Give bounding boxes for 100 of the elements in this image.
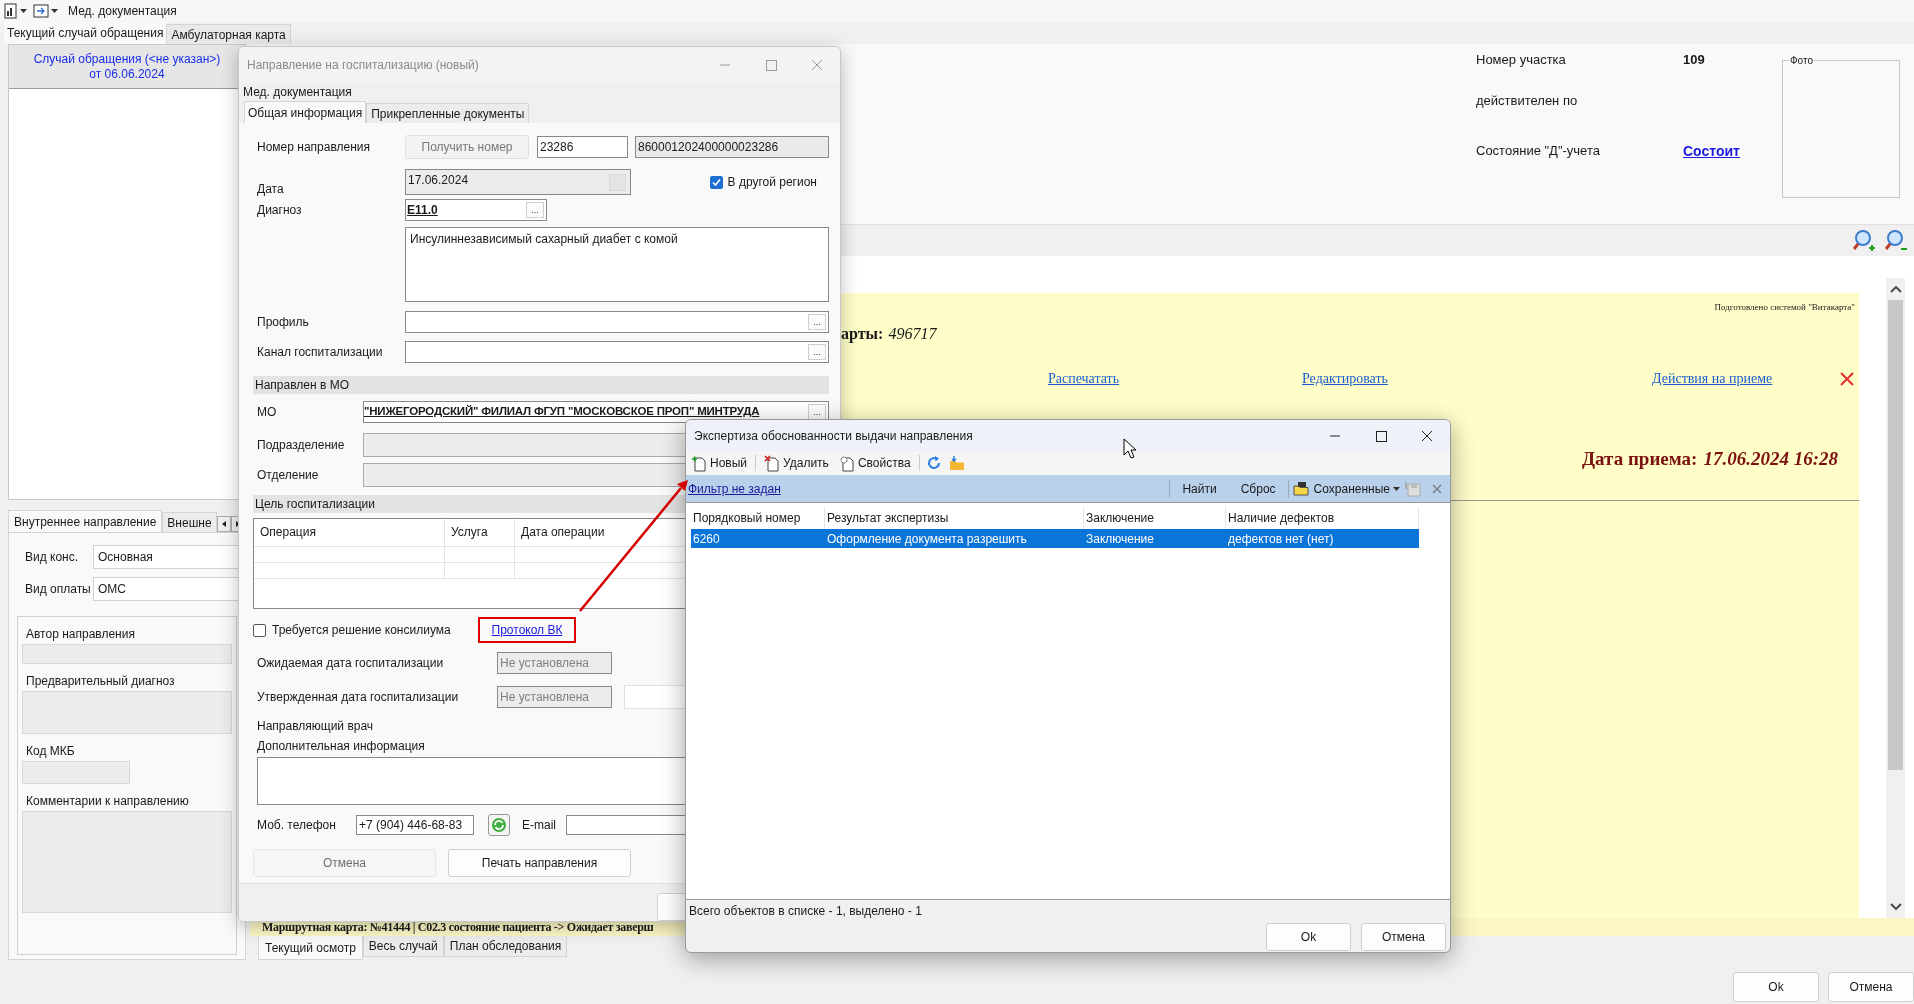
- table-cell[interactable]: 6260: [691, 529, 825, 548]
- select-field[interactable]: ...: [405, 311, 829, 333]
- delete-document-icon: [764, 454, 781, 472]
- route-card-text: Маршрутная карта: №41444 | C02.3 состояние пациента -> Ожидает заверш: [262, 918, 654, 936]
- field-label: Моб. телефон: [257, 817, 337, 834]
- field-value: 17.06.2024: [408, 172, 469, 189]
- tab[interactable]: Текущий случай обращения: [4, 22, 167, 44]
- scroll-left-icon[interactable]: [216, 516, 231, 532]
- info-value: 109: [1683, 51, 1706, 69]
- button-label: Удалить: [783, 455, 829, 472]
- toolbar-button[interactable]: Свойства: [836, 453, 913, 473]
- table-cell[interactable]: Заключение: [1084, 529, 1226, 548]
- card-number: 496717: [888, 324, 937, 345]
- document-link[interactable]: Действия на приеме: [1652, 368, 1773, 390]
- get-number-button[interactable]: Получить номер: [405, 135, 529, 159]
- number-field[interactable]: 23286: [537, 136, 628, 158]
- document-link[interactable]: Редактировать: [1302, 368, 1388, 390]
- caret-icon: [51, 9, 58, 13]
- phone-field[interactable]: +7 (904) 446-68-83: [356, 815, 474, 835]
- zoom-out-icon[interactable]: [1884, 228, 1908, 253]
- info-label: Номер участка: [1476, 51, 1567, 69]
- table-cell[interactable]: Оформление документа разрешить: [825, 529, 1084, 548]
- button-label: Свойства: [857, 455, 911, 472]
- browse-button[interactable]: ...: [808, 404, 826, 420]
- select-field[interactable]: ...: [405, 341, 829, 363]
- zoom-in-icon[interactable]: [1852, 228, 1876, 253]
- mo-value: "НИЖЕГОРОДСКИЙ" ФИЛИАЛ ФГУП "МОСКОВСКОЕ ПРОП" МИНТРУДА: [364, 404, 760, 420]
- filter-link[interactable]: Фильтр не задан: [688, 479, 781, 498]
- dialog-button[interactable]: Печать направления: [448, 849, 631, 877]
- scrollbar[interactable]: [1886, 277, 1905, 918]
- window-title: Направление на госпитализацию (новый): [247, 57, 479, 74]
- refresh-button[interactable]: [488, 814, 510, 836]
- window-menu-button[interactable]: [33, 4, 58, 18]
- checkbox[interactable]: [709, 175, 723, 189]
- button-label: Сохраненные: [1313, 480, 1390, 498]
- system-note: Подготовлено системой "Витакарта": [1713, 300, 1856, 314]
- column-header: Операция: [254, 519, 445, 547]
- tab[interactable]: Текущий осмотр: [258, 936, 363, 960]
- toolbar-button[interactable]: Удалить: [762, 453, 831, 473]
- tab[interactable]: План обследования: [443, 936, 568, 957]
- button-label: Новый: [710, 455, 748, 472]
- filter-button[interactable]: Сброс: [1228, 477, 1288, 500]
- table-cell[interactable]: дефектов нет (нет): [1226, 529, 1419, 548]
- document-link[interactable]: Распечатать: [1048, 368, 1120, 390]
- document-icon: [4, 3, 18, 19]
- tab[interactable]: Весь случай: [362, 936, 444, 957]
- report-menu-button[interactable]: [4, 3, 27, 19]
- column-header: Услуга: [445, 519, 515, 547]
- browse-button[interactable]: ...: [808, 314, 826, 330]
- footer-button[interactable]: Ok: [1733, 972, 1819, 1002]
- full-number-field[interactable]: 860001202400000023286: [635, 136, 829, 158]
- info-label: Состояние "Д"-учета: [1476, 142, 1601, 160]
- card-label: арты:: [841, 324, 884, 345]
- menu-title[interactable]: Мед. документация: [68, 2, 177, 20]
- status-link[interactable]: Состоит: [1683, 141, 1782, 161]
- caret-icon: [1393, 486, 1400, 491]
- chevron-up-icon: [1889, 283, 1902, 294]
- mo-field[interactable]: "НИЖЕГОРОДСКИЙ" ФИЛИАЛ ФГУП "МОСКОВСКОЕ ПРОП" МИНТРУДА ...: [363, 401, 829, 423]
- field-label: Код МКБ: [25, 743, 76, 757]
- dialog-button[interactable]: Ok: [1266, 923, 1351, 951]
- refresh-icon: [491, 817, 507, 833]
- field-label: Отделение: [257, 467, 320, 484]
- tab[interactable]: Внутреннее направление: [8, 510, 163, 532]
- menu-item[interactable]: Мед. документация: [243, 83, 352, 101]
- filter-button[interactable]: Найти: [1170, 477, 1229, 500]
- chevron-down-icon: [1889, 901, 1902, 912]
- protocol-link[interactable]: Протокол ВК: [491, 621, 563, 639]
- saved-filters-button[interactable]: Сохраненные: [1292, 477, 1400, 500]
- field-label: Ожидаемая дата госпитализации: [257, 655, 445, 672]
- field-label: Комментарии к направлению: [25, 793, 190, 807]
- tab[interactable]: Амбулаторная карта: [166, 24, 291, 44]
- field-label: Вид конс.: [24, 549, 80, 566]
- info-label: действителен по: [1476, 92, 1579, 110]
- tab[interactable]: Прикрепленные документы: [366, 103, 530, 123]
- diagnosis-field[interactable]: E11.0 ...: [405, 199, 547, 221]
- diagnosis-text-area[interactable]: Инсулиннезависимый сахарный диабет с комой: [405, 227, 829, 302]
- gear-document-icon: [838, 454, 855, 472]
- new-document-icon: [691, 454, 707, 472]
- diagnosis-code: E11.0: [407, 202, 438, 219]
- case-title[interactable]: Случай обращения (<не указан>) от 06.06.2024: [33, 51, 221, 82]
- checkbox-label: В другой регион: [727, 174, 817, 191]
- field-label: Утвержденная дата госпитализации: [257, 689, 460, 706]
- footer-button[interactable]: Отмена: [1828, 972, 1914, 1002]
- date-field[interactable]: 17.06.2024: [405, 169, 631, 195]
- folder-icon: [1292, 480, 1311, 497]
- field-label: Канал госпитализации: [257, 344, 384, 361]
- close-icon[interactable]: [1432, 483, 1442, 494]
- refresh-icon[interactable]: [925, 455, 942, 471]
- close-icon[interactable]: [1840, 371, 1854, 386]
- folder-icon[interactable]: [947, 455, 966, 471]
- toolbar-button[interactable]: Новый: [689, 453, 750, 473]
- dialog-button[interactable]: Отмена: [1361, 923, 1446, 951]
- caret-icon: [20, 9, 27, 13]
- checkbox[interactable]: [253, 623, 266, 637]
- field-label: Направляющий врач: [257, 718, 375, 733]
- browse-button[interactable]: ...: [808, 344, 826, 360]
- tab[interactable]: Внешне: [162, 512, 217, 532]
- browse-button[interactable]: ...: [526, 202, 544, 218]
- section-title: Направлен в МО: [255, 377, 349, 394]
- tab[interactable]: Общая информация: [244, 101, 367, 123]
